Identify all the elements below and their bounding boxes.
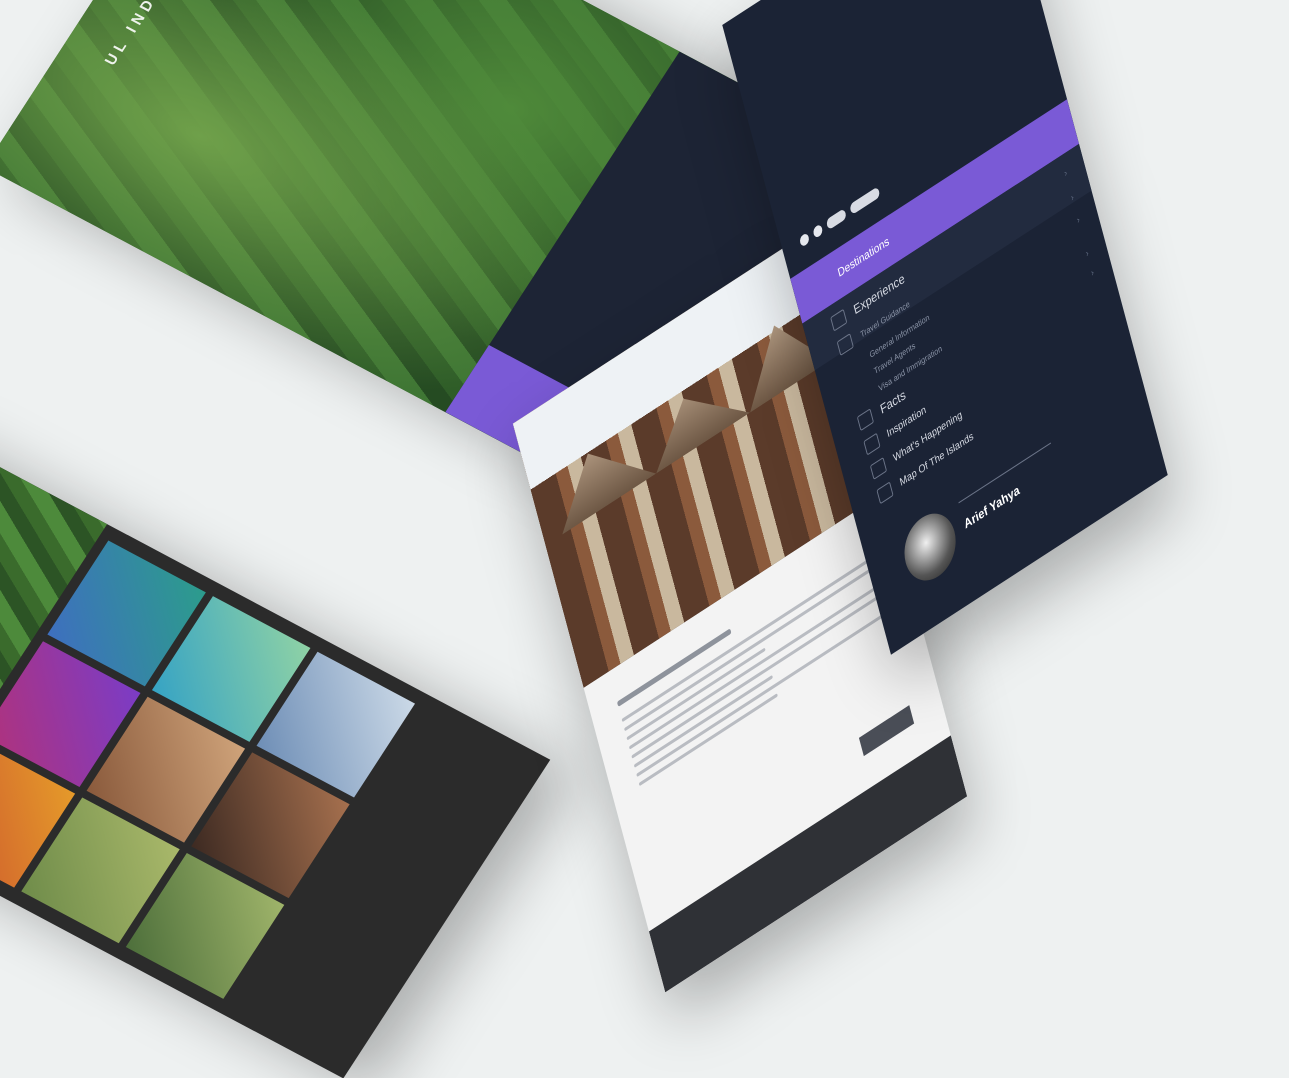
chevron-icon: › (1084, 247, 1090, 259)
close-icon[interactable]: ✕ (990, 0, 1011, 8)
pencil-icon (856, 408, 875, 432)
user-name: Arief Yahya (962, 482, 1022, 532)
chevron-icon: › (1075, 213, 1081, 226)
icon-button[interactable] (798, 232, 811, 248)
icon-button[interactable] (812, 223, 824, 240)
map-pin-icon (876, 481, 894, 505)
gallery-grid (0, 540, 416, 999)
toggle-pill[interactable] (825, 208, 847, 231)
article-footer (648, 735, 968, 993)
article-button[interactable] (858, 705, 915, 757)
text-line (636, 610, 889, 778)
document-icon (836, 333, 854, 357)
chevron-icon: › (1089, 266, 1095, 279)
mountain-icon (830, 308, 848, 332)
hero-title: UL INDONESIA (102, 0, 208, 68)
avatar[interactable] (897, 501, 963, 593)
lightbulb-icon (863, 432, 881, 456)
gallery-screen (0, 401, 551, 1078)
calendar-icon (869, 457, 888, 480)
toggle-pill[interactable] (849, 186, 881, 216)
